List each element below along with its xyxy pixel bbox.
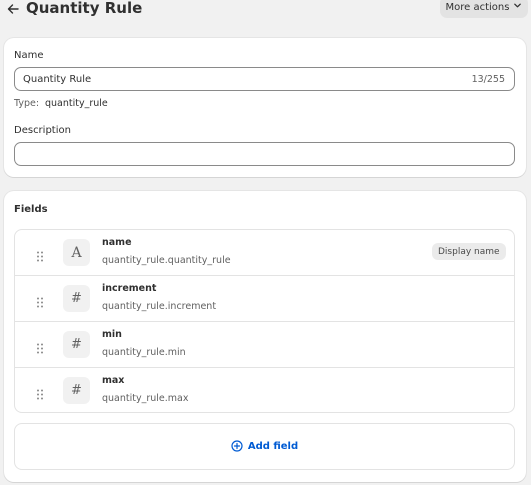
plus-circle-icon	[231, 437, 243, 456]
display-name-badge: Display name	[432, 243, 506, 260]
name-field-value: Quantity Rule	[23, 74, 92, 85]
field-key: quantity_rule.quantity_rule	[102, 255, 231, 266]
field-list: A name quantity_rule.quantity_rule Displ…	[14, 229, 515, 413]
field-name: min	[102, 329, 122, 340]
more-actions-button[interactable]: More actions	[440, 0, 528, 18]
page-header: Quantity Rule More actions	[0, 0, 531, 20]
field-name: increment	[102, 283, 157, 294]
drag-handle-icon[interactable]	[36, 247, 44, 262]
drag-handle-icon[interactable]	[36, 339, 44, 354]
field-name: max	[102, 375, 125, 386]
type-value: quantity_rule	[45, 98, 108, 109]
add-field-button[interactable]: Add field	[14, 423, 515, 470]
field-row-name[interactable]: A name quantity_rule.quantity_rule Displ…	[15, 230, 514, 276]
field-row-max[interactable]: # max quantity_rule.max	[15, 368, 514, 412]
page-title: Quantity Rule	[26, 0, 143, 17]
field-key: quantity_rule.min	[102, 347, 186, 358]
fields-title: Fields	[14, 204, 48, 215]
arrow-left-icon[interactable]	[5, 1, 21, 17]
number-type-icon: #	[63, 285, 90, 312]
drag-handle-icon[interactable]	[36, 385, 44, 400]
field-name: name	[102, 237, 132, 248]
chevron-down-icon	[513, 1, 522, 13]
type-label: Type:	[14, 98, 40, 109]
general-card: Name Quantity Rule 13/255 Type: quantity…	[4, 38, 526, 177]
description-field[interactable]	[14, 142, 515, 166]
add-field-label: Add field	[247, 441, 299, 452]
character-counter: 13/255	[471, 74, 505, 85]
field-key: quantity_rule.max	[102, 393, 189, 404]
field-row-increment[interactable]: # increment quantity_rule.increment	[15, 276, 514, 322]
text-type-icon: A	[63, 239, 90, 266]
number-type-icon: #	[63, 331, 90, 358]
fields-card: Fields A name quantity_rule.quantity_rul…	[4, 191, 526, 482]
name-field[interactable]: Quantity Rule 13/255	[14, 67, 515, 91]
field-key: quantity_rule.increment	[102, 301, 217, 312]
description-label: Description	[14, 125, 71, 136]
more-actions-label: More actions	[445, 1, 510, 13]
field-row-min[interactable]: # min quantity_rule.min	[15, 322, 514, 368]
name-label: Name	[14, 50, 44, 61]
drag-handle-icon[interactable]	[36, 293, 44, 308]
number-type-icon: #	[63, 377, 90, 404]
